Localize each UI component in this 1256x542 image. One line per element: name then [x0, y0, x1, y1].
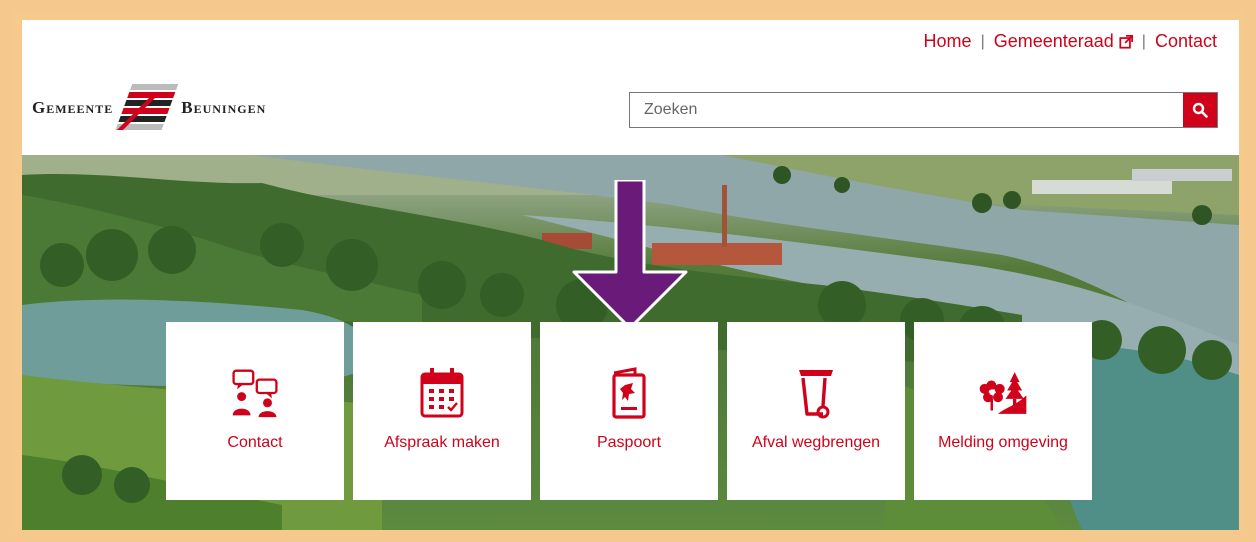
arrow-down-icon: [572, 180, 688, 330]
tile-paspoort[interactable]: Paspoort: [540, 322, 718, 500]
flower-tree-icon: [978, 366, 1028, 420]
tile-melding-omgeving-label: Melding omgeving: [938, 434, 1068, 451]
search-input[interactable]: [630, 93, 1183, 127]
nav-gemeenteraad-link[interactable]: Gemeenteraad: [994, 31, 1133, 52]
municipality-logo[interactable]: Gemeente Beuningen: [32, 82, 266, 134]
page: Home | Gemeenteraad | Contact Gemeente B…: [22, 20, 1239, 530]
tile-afspraak-maken-label: Afspraak maken: [384, 434, 500, 451]
external-link-icon: [1119, 35, 1133, 49]
tile-afspraak-maken[interactable]: Afspraak maken: [353, 322, 531, 500]
search-bar: [629, 92, 1218, 128]
nav-gemeenteraad-label: Gemeenteraad: [993, 31, 1114, 51]
top-navigation: Home | Gemeenteraad | Contact: [924, 31, 1217, 52]
quick-links: Contact Afspraak maken Paspoort Afval we…: [166, 322, 1092, 500]
nav-separator: |: [1141, 32, 1146, 50]
tile-paspoort-label: Paspoort: [596, 434, 662, 451]
tile-contact-label: Contact: [227, 434, 283, 451]
tile-contact[interactable]: Contact: [166, 322, 344, 500]
tile-afval-wegbrengen[interactable]: Afval wegbrengen: [727, 322, 905, 500]
logo-word-right: Beuningen: [181, 98, 267, 117]
search-button[interactable]: [1183, 93, 1217, 127]
nav-contact-link[interactable]: Contact: [1155, 31, 1217, 52]
waste-bin-icon: [791, 366, 841, 420]
hero-landscape-image: Contact Afspraak maken Paspoort Afval we…: [22, 155, 1239, 530]
logo-word-left: Gemeente: [32, 98, 114, 117]
logo-mark-icon: [115, 84, 179, 130]
passport-icon: [604, 366, 654, 420]
nav-home-link[interactable]: Home: [924, 31, 972, 52]
nav-separator: |: [980, 32, 985, 50]
tile-melding-omgeving[interactable]: Melding omgeving: [914, 322, 1092, 500]
tile-afval-wegbrengen-label: Afval wegbrengen: [751, 434, 881, 451]
calendar-icon: [417, 366, 467, 420]
chat-people-icon: [230, 366, 280, 420]
search-icon: [1192, 102, 1208, 118]
